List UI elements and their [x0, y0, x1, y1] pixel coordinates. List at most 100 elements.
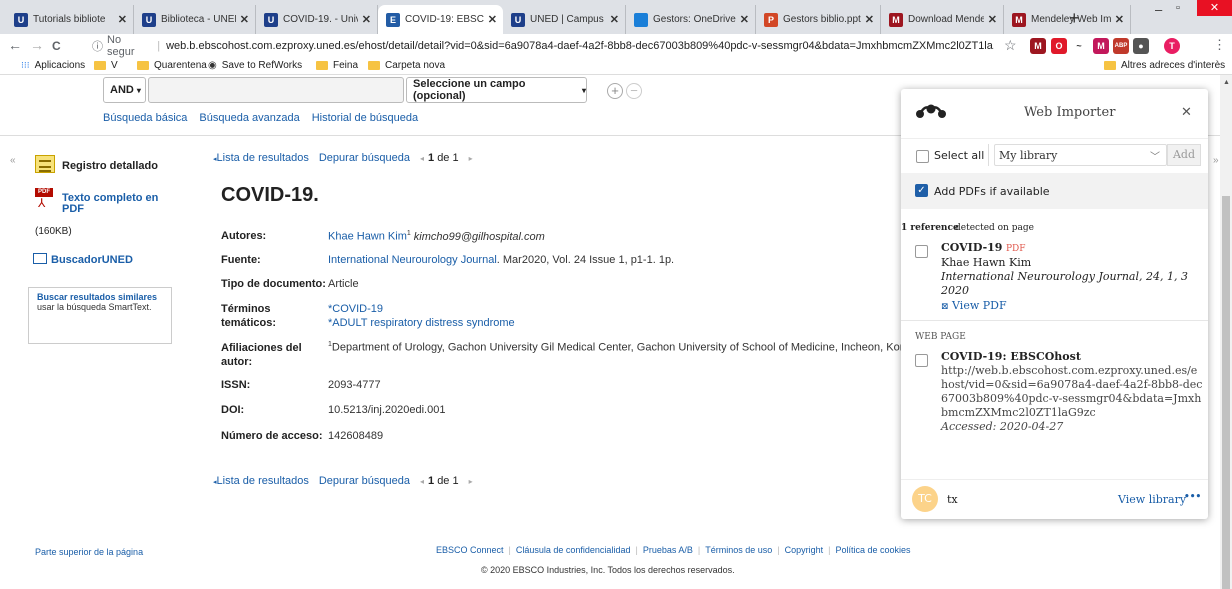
web-page-heading: WEB PAGE [915, 332, 966, 342]
buscador-uned-link[interactable]: BuscadorUNED [51, 254, 133, 266]
add-button[interactable]: Add [1167, 144, 1201, 166]
bookmark-0[interactable]: ⁝⁝⁝ Aplicacions [21, 60, 85, 71]
tab-close-icon[interactable]: ✕ [865, 13, 874, 26]
tab-5[interactable]: Gestors: OneDrive ✕ [626, 5, 756, 34]
field-select[interactable]: Seleccione un campo (opcional) ▾ [406, 77, 587, 103]
tab-title: COVID-19. - Univ [283, 14, 358, 25]
field-link[interactable]: *ADULT respiratory distress syndrome [328, 317, 515, 329]
tab-close-icon[interactable]: ✕ [988, 13, 997, 26]
similar-results-link[interactable]: Buscar resultados similares [37, 292, 171, 302]
next-result-icon[interactable]: ▸ [469, 154, 473, 163]
tab-close-icon[interactable]: ✕ [118, 13, 127, 26]
bookmark-3[interactable]: ◉ Save to RefWorks [208, 60, 302, 71]
window-close-button[interactable]: ✕ [1197, 0, 1232, 16]
info-icon[interactable]: ⓘ [92, 38, 103, 54]
footer-link[interactable]: Copyright [785, 545, 824, 555]
importer-close-icon[interactable]: ✕ [1181, 105, 1192, 120]
footer-link[interactable]: Cláusula de confidencialidad [516, 545, 631, 555]
basic-search-link[interactable]: Búsqueda básica [103, 112, 187, 124]
bookmark-5[interactable]: Carpeta nova [368, 60, 445, 71]
search-term-input[interactable] [148, 77, 404, 103]
add-pdfs-label: Add PDFs if available [934, 185, 1050, 198]
scroll-up-icon[interactable]: ▲ [1223, 79, 1230, 86]
tab-close-icon[interactable]: ✕ [488, 13, 497, 26]
back-icon[interactable]: ← [8, 37, 22, 53]
web-page-checkbox[interactable] [915, 354, 928, 367]
footer-link[interactable]: Términos de uso [705, 545, 772, 555]
tab-close-icon[interactable]: ✕ [1115, 13, 1124, 26]
select-all-checkbox[interactable] [916, 150, 929, 163]
bulb-ext-icon[interactable]: ● [1133, 38, 1149, 54]
next-result-icon[interactable]: ▸ [469, 477, 473, 486]
tab-8[interactable]: M Mendeley Web Im ✕ [1004, 5, 1131, 34]
field-link[interactable]: International Neurourology Journal [328, 254, 497, 266]
tab-close-icon[interactable]: ✕ [240, 13, 249, 26]
refine-search-link[interactable]: Depurar búsqueda [319, 152, 410, 164]
other-bookmarks[interactable]: Altres adreces d'interès [1104, 60, 1225, 71]
result-list-link-bottom[interactable]: ◂Lista de resultados [213, 475, 309, 487]
collapse-left-icon[interactable]: « [10, 155, 16, 166]
add-row-icon[interactable]: + [607, 83, 623, 99]
remove-row-icon[interactable]: − [626, 83, 642, 99]
add-pdfs-checkbox[interactable]: ✓ [915, 184, 928, 197]
page-scrollbar-thumb[interactable] [1222, 196, 1230, 589]
library-select[interactable]: My library ﹀ [994, 144, 1167, 166]
refworks-ext-icon[interactable]: M [1093, 38, 1109, 54]
tab-title: Biblioteca - UNED [161, 14, 236, 25]
accessed-date: Accessed: 2020-04-27 [941, 420, 1064, 433]
mendeley-ext-icon[interactable]: M [1030, 38, 1046, 54]
bookmark-2[interactable]: Quarentena [137, 60, 207, 71]
reload-icon[interactable]: C [52, 39, 61, 53]
reference-checkbox[interactable] [915, 245, 928, 258]
prev-result-icon[interactable]: ◂ [420, 477, 424, 486]
detailed-record-label[interactable]: Registro detallado [62, 160, 158, 172]
abp-ext-icon[interactable]: ABP [1113, 38, 1129, 54]
footer-link[interactable]: EBSCO Connect [436, 545, 504, 555]
tab-close-icon[interactable]: ✕ [610, 13, 619, 26]
field-link[interactable]: Khae Hawn Kim [328, 231, 407, 243]
result-counter: 1 de 1 [428, 475, 459, 487]
expand-right-icon[interactable]: » [1213, 155, 1219, 166]
tab-0[interactable]: U Tutorials bibliote ✕ [6, 5, 134, 34]
tab-3[interactable]: E COVID-19: EBSCO ✕ [378, 5, 503, 34]
footer-link[interactable]: Política de cookies [835, 545, 910, 555]
bookmark-4[interactable]: Feina [316, 60, 358, 71]
maximize-button[interactable]: ▫ [1176, 2, 1180, 14]
view-pdf-link[interactable]: ⊠ View PDF [941, 299, 1201, 314]
tab-4[interactable]: U UNED | Campus N ✕ [503, 5, 626, 34]
opera-ext-icon[interactable]: O [1051, 38, 1067, 54]
field-link[interactable]: *COVID-19 [328, 303, 383, 315]
advanced-search-link[interactable]: Búsqueda avanzada [199, 112, 299, 124]
result-counter: 1 de 1 [428, 152, 459, 164]
prev-result-icon[interactable]: ◂ [420, 154, 424, 163]
browser-menu-icon[interactable]: ⋮ [1213, 37, 1226, 53]
new-tab-button[interactable]: + [1069, 8, 1080, 29]
view-library-link[interactable]: View library [1118, 493, 1186, 506]
footer-link[interactable]: Pruebas A/B [643, 545, 693, 555]
bookmark-1[interactable]: V [94, 60, 118, 71]
tab-favicon-icon: M [889, 12, 903, 27]
result-list-link[interactable]: ◂Lista de resultados [213, 152, 309, 164]
more-menu-icon[interactable]: ••• [1184, 492, 1201, 502]
tab-favicon-icon: U [142, 12, 156, 27]
bookmark-star-icon[interactable]: ☆ [1004, 37, 1017, 54]
page-top-link[interactable]: Parte superior de la página [35, 547, 143, 557]
unknown-ext-icon[interactable]: ~ [1071, 38, 1087, 54]
boolean-select[interactable]: AND ▾ [103, 77, 146, 103]
tab-title: COVID-19: EBSCO [405, 14, 484, 25]
address-bar[interactable]: ⓘ No segur | web.b.ebscohost.com.ezproxy… [92, 34, 994, 58]
tab-2[interactable]: U COVID-19. - Univ ✕ [256, 5, 378, 34]
tab-6[interactable]: P Gestors biblio.ppt ✕ [756, 5, 881, 34]
url-text[interactable]: web.b.ebscohost.com.ezproxy.uned.es/ehos… [166, 40, 994, 52]
profile-avatar-icon[interactable]: T [1164, 38, 1180, 54]
minimize-button[interactable]: – [1155, 2, 1162, 17]
refine-search-link-bottom[interactable]: Depurar búsqueda [319, 475, 410, 487]
tab-close-icon[interactable]: ✕ [362, 13, 371, 26]
pdf-full-text-link[interactable]: Texto completo en PDF [62, 193, 172, 215]
tab-close-icon[interactable]: ✕ [740, 13, 749, 26]
forward-icon[interactable]: → [30, 37, 44, 53]
tab-1[interactable]: U Biblioteca - UNED ✕ [134, 5, 256, 34]
tab-7[interactable]: M Download Mende ✕ [881, 5, 1004, 34]
bookmarks-bar: ⁝⁝⁝ Aplicacions V Quarentena ◉ Save to RefWor… [0, 58, 1232, 75]
search-history-link[interactable]: Historial de búsqueda [312, 112, 418, 124]
